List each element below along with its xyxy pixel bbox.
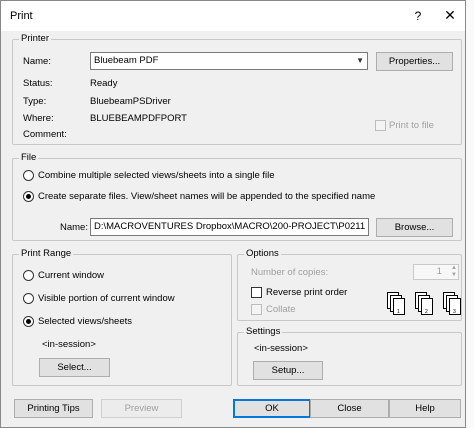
where-label: Where: — [23, 113, 54, 124]
printer-name-label: Name: — [23, 56, 51, 67]
file-name-value: D:\MACROVENTURES Dropbox\MACRO\200-PROJE… — [94, 221, 368, 232]
svg-text:2: 2 — [425, 309, 428, 315]
setup-button[interactable]: Setup... — [253, 361, 323, 380]
combine-files-label: Combine multiple selected views/sheets i… — [38, 170, 275, 181]
print-range-group-label: Print Range — [19, 248, 74, 259]
select-button[interactable]: Select... — [39, 358, 110, 377]
collate-pages-icon: 1 2 3 — [387, 292, 461, 315]
copies-label: Number of copies: — [251, 267, 329, 278]
where-value: BLUEBEAMPDFPORT — [90, 113, 187, 124]
collate-checkbox[interactable] — [251, 304, 262, 315]
printer-group-label: Printer — [19, 33, 51, 44]
reverse-order-checkbox[interactable] — [251, 287, 262, 298]
separate-files-radio[interactable] — [23, 191, 34, 202]
settings-group-label: Settings — [244, 326, 283, 337]
type-value: BluebeamPSDriver — [90, 96, 171, 107]
help-button[interactable]: Help — [389, 399, 461, 418]
file-group-label: File — [19, 152, 39, 163]
spin-arrows-icon: ▲ ▼ — [451, 265, 457, 278]
file-name-input[interactable]: D:\MACROVENTURES Dropbox\MACRO\200-PROJE… — [90, 218, 369, 236]
close-icon[interactable]: ✕ — [435, 1, 465, 29]
selected-views-label: Selected views/sheets — [38, 316, 132, 327]
copies-spinner[interactable]: 1 ▲ ▼ — [413, 264, 459, 280]
options-group-label: Options — [244, 248, 281, 259]
collate-label: Collate — [266, 304, 296, 315]
browse-button[interactable]: Browse... — [376, 218, 453, 237]
print-to-file-label: Print to file — [389, 120, 434, 131]
comment-label: Comment: — [23, 129, 67, 140]
status-label: Status: — [23, 78, 53, 89]
current-window-radio[interactable] — [23, 270, 34, 281]
window-title: Print — [10, 10, 33, 22]
status-value: Ready — [90, 78, 118, 89]
combine-files-radio[interactable] — [23, 170, 34, 181]
visible-portion-label: Visible portion of current window — [38, 293, 175, 304]
copies-value: 1 — [436, 266, 442, 277]
printing-tips-button[interactable]: Printing Tips — [14, 399, 93, 418]
current-window-label: Current window — [38, 270, 104, 281]
svg-text:3: 3 — [453, 309, 456, 315]
chevron-down-icon: ▼ — [356, 56, 364, 65]
printer-name-value: Bluebeam PDF — [94, 55, 159, 66]
preview-button[interactable]: Preview — [101, 399, 182, 418]
settings-session: <in-session> — [254, 343, 308, 354]
printer-name-select[interactable]: Bluebeam PDF ▼ — [90, 52, 368, 70]
reverse-order-label: Reverse print order — [266, 287, 348, 298]
title-bar: Print ? ✕ — [1, 1, 465, 31]
background-window-edge — [466, 0, 474, 428]
visible-portion-radio[interactable] — [23, 293, 34, 304]
ok-button[interactable]: OK — [233, 399, 311, 418]
help-icon[interactable]: ? — [407, 5, 429, 27]
svg-text:1: 1 — [397, 309, 400, 315]
print-range-session: <in-session> — [42, 339, 96, 350]
close-button[interactable]: Close — [310, 399, 389, 418]
selected-views-radio[interactable] — [23, 316, 34, 327]
print-to-file-checkbox[interactable] — [375, 120, 386, 131]
properties-button[interactable]: Properties... — [376, 52, 453, 71]
print-dialog: Print ? ✕ Printer Name: Bluebeam PDF ▼ P… — [0, 0, 466, 428]
type-label: Type: — [23, 96, 47, 107]
file-name-label: Name: — [60, 222, 88, 233]
separate-files-label: Create separate files. View/sheet names … — [38, 191, 376, 202]
